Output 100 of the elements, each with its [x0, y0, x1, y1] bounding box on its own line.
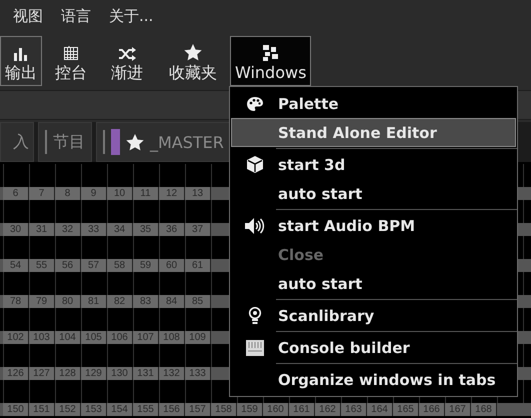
- channel-number: 37: [185, 223, 211, 236]
- channel-number: 32: [55, 223, 81, 236]
- channel-number: 79: [29, 295, 55, 308]
- channel-number: 150: [3, 403, 29, 416]
- tab-label: 入: [13, 132, 29, 152]
- tab-label: 节目: [53, 132, 85, 152]
- channel-number: 8: [55, 187, 81, 200]
- channel-number: 164: [367, 403, 393, 416]
- channel-number: 133: [185, 367, 211, 380]
- channel-number: 7: [29, 187, 55, 200]
- channel-number: 60: [159, 259, 185, 272]
- divider-mark: [45, 130, 47, 154]
- channel-number: 154: [107, 403, 133, 416]
- channel-number: 155: [133, 403, 159, 416]
- channel-number: 56: [55, 259, 81, 272]
- channel-number: 108: [159, 331, 185, 344]
- channel-number: 158: [211, 403, 237, 416]
- channel-number: 167: [445, 403, 471, 416]
- menu-option[interactable]: auto start: [231, 269, 516, 298]
- channel-number: 35: [133, 223, 159, 236]
- channel-number: 6: [3, 187, 29, 200]
- bar-chart-icon: [13, 47, 29, 61]
- channel-number: 152: [55, 403, 81, 416]
- channel-number: 61: [185, 259, 211, 272]
- tab[interactable]: 入: [0, 122, 34, 162]
- menu-option[interactable]: Organize windows in tabs: [231, 365, 516, 394]
- palette-icon: [247, 96, 263, 110]
- channel-number: 168: [471, 403, 497, 416]
- channel-number: 83: [133, 295, 159, 308]
- channel-number: 127: [29, 367, 55, 380]
- channel-number: 84: [159, 295, 185, 308]
- channel-number: 106: [107, 331, 133, 344]
- channel-number: 36: [159, 223, 185, 236]
- menu-item[interactable]: 关于...: [109, 6, 154, 26]
- channel-number: 102: [3, 331, 29, 344]
- channel-number: 107: [133, 331, 159, 344]
- channel-number: 78: [3, 295, 29, 308]
- channel-number: 12: [159, 187, 185, 200]
- channel-number: 161: [289, 403, 315, 416]
- speaker-icon: [245, 218, 265, 234]
- channel-number: 57: [81, 259, 107, 272]
- channel-number: 128: [55, 367, 81, 380]
- channel-number: 132: [159, 367, 185, 380]
- channel-number: 131: [133, 367, 159, 380]
- tab[interactable]: 节目: [38, 122, 92, 162]
- toolbar-button[interactable]: 收藏夹: [164, 36, 222, 86]
- channel-number: 105: [81, 331, 107, 344]
- channel-number: 85: [185, 295, 211, 308]
- channel-number: 82: [107, 295, 133, 308]
- channel-number: 165: [393, 403, 419, 416]
- star-icon: [126, 134, 144, 150]
- console-icon: [246, 340, 264, 356]
- menu-option[interactable]: Stand Alone Editor: [231, 118, 516, 147]
- channel-number: 126: [3, 367, 29, 380]
- channel-number: 157: [185, 403, 211, 416]
- toolbar-button[interactable]: 渐进: [106, 36, 148, 86]
- menu-option[interactable]: start Audio BPM: [231, 211, 516, 240]
- channel-number: 34: [107, 223, 133, 236]
- channel-number: 159: [237, 403, 263, 416]
- channel-number: 160: [263, 403, 289, 416]
- menu-item[interactable]: 语言: [61, 6, 91, 26]
- menu-option[interactable]: Console builder: [231, 333, 516, 362]
- channel-number: 153: [81, 403, 107, 416]
- channel-number: 11: [133, 187, 159, 200]
- channel-number: 103: [29, 331, 55, 344]
- menu-option[interactable]: Scanlibrary: [231, 301, 516, 330]
- menu-option[interactable]: auto start: [231, 179, 516, 208]
- channel-number: 166: [419, 403, 445, 416]
- channel-number: 151: [29, 403, 55, 416]
- channel-number: 104: [55, 331, 81, 344]
- toolbar-button[interactable]: 输出: [0, 36, 42, 86]
- channel-number: 10: [107, 187, 133, 200]
- channel-number: 58: [107, 259, 133, 272]
- channel-number: 129: [81, 367, 107, 380]
- channel-number: 80: [55, 295, 81, 308]
- channel-number: 9: [81, 187, 107, 200]
- windows-icon: [262, 45, 280, 61]
- channel-number: 163: [341, 403, 367, 416]
- channel-number: 156: [159, 403, 185, 416]
- toolbar-button[interactable]: Windows: [230, 36, 312, 86]
- toolbar-button[interactable]: 控台: [50, 36, 92, 86]
- tab-label: _MASTER: [150, 132, 224, 152]
- lightbulb-icon: [248, 306, 262, 324]
- channel-number: 13: [185, 187, 211, 200]
- channel-number: 59: [133, 259, 159, 272]
- channel-number: 109: [185, 331, 211, 344]
- channel-number: 30: [3, 223, 29, 236]
- channel-number: 130: [107, 367, 133, 380]
- channel-number: 31: [29, 223, 55, 236]
- channel-number: 54: [3, 259, 29, 272]
- grid-icon: [63, 45, 79, 61]
- channel-number: 55: [29, 259, 55, 272]
- shuffle-icon: [118, 47, 136, 61]
- menu-item[interactable]: 视图: [13, 6, 43, 26]
- channel-number: 81: [81, 295, 107, 308]
- cube-icon: [247, 156, 263, 173]
- channel-number: 162: [315, 403, 341, 416]
- channel-number: 33: [81, 223, 107, 236]
- star-icon: [184, 44, 202, 61]
- divider-mark: [103, 130, 105, 154]
